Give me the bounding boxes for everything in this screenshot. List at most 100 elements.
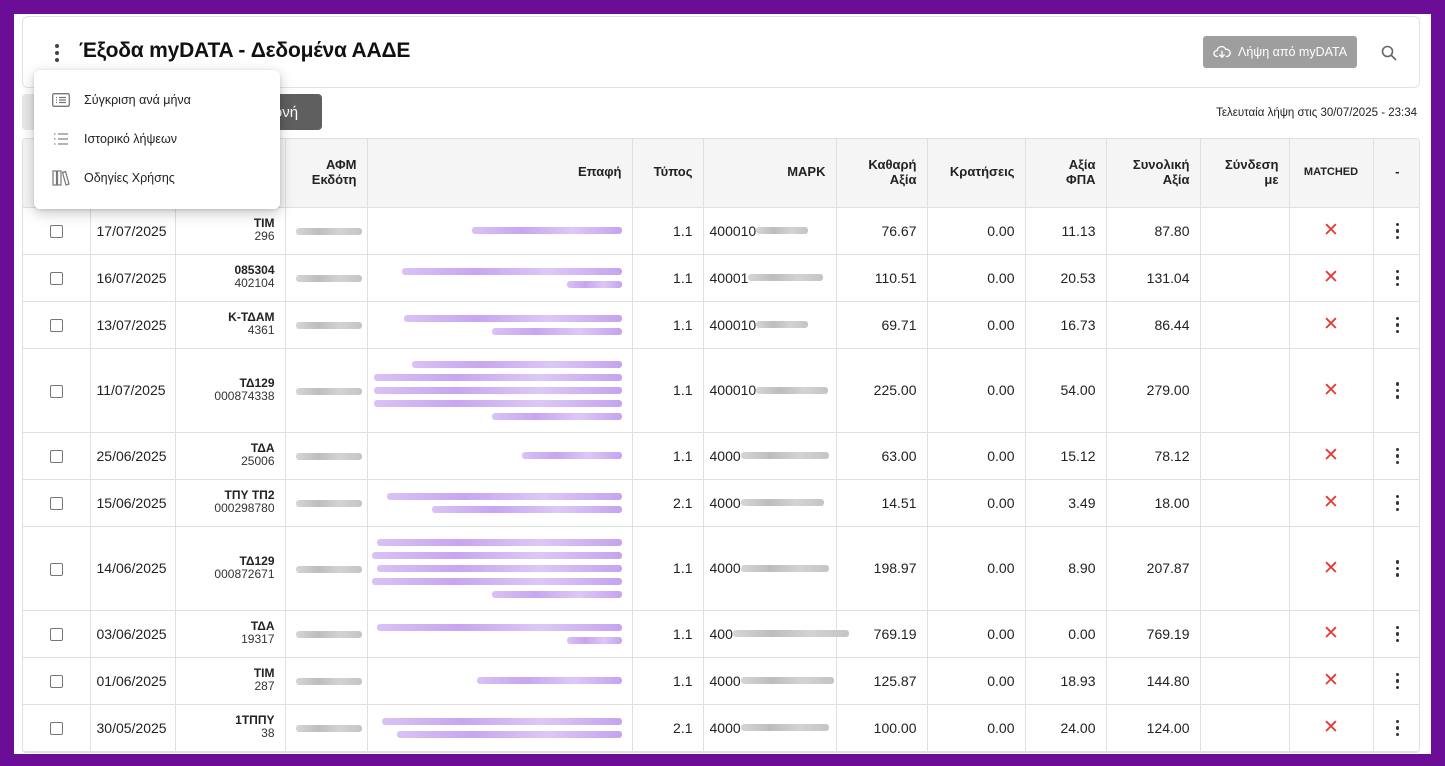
table-row[interactable]: 01/06/2025 ΤΙΜ 287 1.1 4000 125.87 0.00 1… bbox=[23, 657, 1419, 705]
row-matched: ✕ bbox=[1289, 479, 1374, 527]
col-withholdings[interactable]: Κρατήσεις bbox=[927, 139, 1026, 208]
close-icon: ✕ bbox=[1323, 445, 1339, 466]
row-link[interactable] bbox=[1200, 254, 1290, 302]
row-series-cell: 1ΤΠΠΥ 38 bbox=[175, 704, 286, 752]
table-row[interactable]: 17/07/2025 ΤΙΜ 296 1.1 400010 76.67 0.00 … bbox=[23, 207, 1419, 255]
menu-item-download-history[interactable]: Ιστορικό λήψεων bbox=[34, 119, 280, 158]
row-checkbox[interactable] bbox=[49, 319, 63, 333]
col-net[interactable]: Καθαρή Αξία bbox=[836, 139, 928, 208]
menu-item-user-guide[interactable]: Οδηγίες Χρήσης bbox=[34, 158, 280, 197]
redacted-afm bbox=[295, 228, 362, 236]
row-kebab-icon[interactable] bbox=[1395, 560, 1399, 577]
table-row[interactable]: 11/07/2025 ΤΔ129 000874338 1.1 400010 225… bbox=[23, 348, 1419, 433]
table-row[interactable]: 13/07/2025 Κ-ΤΔΑΜ 4361 1.1 400010 69.71 0… bbox=[23, 301, 1419, 349]
row-checkbox[interactable] bbox=[49, 384, 63, 398]
row-link[interactable] bbox=[1200, 610, 1290, 658]
row-type: 1.1 bbox=[632, 254, 704, 302]
row-checkbox[interactable] bbox=[49, 675, 63, 689]
mark-value: 400 bbox=[710, 626, 849, 642]
row-contact bbox=[367, 432, 633, 480]
row-number: 296 bbox=[254, 229, 275, 244]
row-withholdings: 0.00 bbox=[927, 432, 1026, 480]
row-kebab-icon[interactable] bbox=[1395, 222, 1399, 240]
expenses-table: ΑΦΜ Εκδότη Επαφή Τύπος ΜΑΡΚ Καθαρή Αξία Κρ… bbox=[22, 138, 1420, 753]
col-link-line1: Σύνδεση bbox=[1225, 156, 1279, 172]
table-row[interactable]: 14/06/2025 ΤΔ129 000872671 1.1 4000 198.9… bbox=[23, 526, 1419, 611]
row-link[interactable] bbox=[1200, 526, 1290, 611]
row-link[interactable] bbox=[1200, 657, 1290, 705]
row-kebab-icon[interactable] bbox=[1395, 382, 1399, 399]
row-checkbox[interactable] bbox=[49, 628, 63, 642]
row-link[interactable] bbox=[1200, 479, 1290, 527]
row-afm bbox=[285, 610, 368, 658]
mark-value: 400010 bbox=[710, 317, 809, 333]
table-row[interactable]: 15/06/2025 ΤΠΥ ΤΠ2 000298780 2.1 4000 14.… bbox=[23, 479, 1419, 527]
redacted-contact bbox=[376, 538, 622, 546]
row-series-cell: ΤΠΥ ΤΠ2 000298780 bbox=[175, 479, 286, 527]
row-kebab-icon[interactable] bbox=[1395, 672, 1399, 690]
col-type[interactable]: Τύπος bbox=[632, 139, 704, 208]
row-withholdings: 0.00 bbox=[927, 479, 1026, 527]
menu-item-monthly-comparison[interactable]: Σύγκριση ανά μήνα bbox=[34, 80, 280, 119]
redacted-contact bbox=[373, 373, 622, 381]
row-select-cell bbox=[23, 348, 91, 433]
row-link[interactable] bbox=[1200, 432, 1290, 480]
row-number: 287 bbox=[254, 679, 275, 694]
row-actions bbox=[1373, 301, 1419, 349]
download-mydata-button[interactable]: Λήψη από myDATA bbox=[1203, 36, 1358, 68]
row-checkbox[interactable] bbox=[49, 562, 63, 576]
row-mark: 400010 bbox=[703, 301, 837, 349]
table-row[interactable]: 03/06/2025 ΤΔΑ 19317 1.1 400 769.19 0.00 … bbox=[23, 610, 1419, 658]
row-afm bbox=[285, 479, 368, 527]
row-withholdings: 0.00 bbox=[927, 348, 1026, 433]
row-actions bbox=[1373, 704, 1419, 752]
row-kebab-icon[interactable] bbox=[1395, 316, 1399, 334]
row-series-cell: Κ-ΤΔΑΜ 4361 bbox=[175, 301, 286, 349]
row-link[interactable] bbox=[1200, 348, 1290, 433]
row-number: 000874338 bbox=[214, 388, 275, 403]
row-checkbox[interactable] bbox=[49, 272, 63, 286]
redacted-afm bbox=[295, 565, 362, 573]
col-vat-line2: ΦΠΑ bbox=[1066, 171, 1096, 187]
row-kebab-icon[interactable] bbox=[1395, 494, 1399, 512]
table-row[interactable]: 25/06/2025 ΤΔΑ 25006 1.1 4000 63.00 0.00 … bbox=[23, 432, 1419, 480]
mark-prefix: 4000 bbox=[709, 494, 741, 511]
row-afm bbox=[285, 254, 368, 302]
row-checkbox[interactable] bbox=[49, 225, 63, 239]
mark-value: 4000 bbox=[710, 720, 829, 736]
row-mark: 40001 bbox=[703, 254, 837, 302]
row-actions bbox=[1373, 207, 1419, 255]
row-contact bbox=[367, 254, 633, 302]
col-total[interactable]: Συνολική Αξία bbox=[1106, 139, 1201, 208]
row-date: 16/07/2025 bbox=[90, 254, 176, 302]
row-kebab-icon[interactable] bbox=[1395, 447, 1399, 465]
mark-prefix: 4000 bbox=[709, 447, 741, 464]
col-vat[interactable]: Αξία ΦΠΑ bbox=[1025, 139, 1107, 208]
row-checkbox[interactable] bbox=[49, 497, 63, 511]
row-kebab-icon[interactable] bbox=[1395, 269, 1399, 287]
row-link[interactable] bbox=[1200, 704, 1290, 752]
row-kebab-icon[interactable] bbox=[1395, 625, 1399, 643]
col-link-line2: με bbox=[1264, 171, 1279, 187]
table-row[interactable]: 30/05/2025 1ΤΠΠΥ 38 2.1 4000 100.00 0.00 … bbox=[23, 704, 1419, 752]
table-row[interactable]: 16/07/2025 085304 402104 1.1 40001 110.51… bbox=[23, 254, 1419, 302]
col-afm[interactable]: ΑΦΜ Εκδότη bbox=[285, 139, 368, 208]
col-matched[interactable]: MATCHED bbox=[1289, 139, 1374, 208]
row-mark: 4000 bbox=[703, 432, 837, 480]
page-title: Έξοδα myDATA - Δεδομένα ΑΑΔΕ bbox=[79, 39, 411, 62]
row-link[interactable] bbox=[1200, 207, 1290, 255]
row-afm bbox=[285, 704, 368, 752]
row-vat: 24.00 bbox=[1025, 704, 1107, 752]
row-checkbox[interactable] bbox=[49, 450, 63, 464]
kebab-icon[interactable] bbox=[51, 39, 63, 67]
row-actions bbox=[1373, 526, 1419, 611]
col-contact[interactable]: Επαφή bbox=[367, 139, 633, 208]
col-mark[interactable]: ΜΑΡΚ bbox=[703, 139, 837, 208]
search-icon[interactable] bbox=[1375, 39, 1403, 67]
row-net: 225.00 bbox=[836, 348, 928, 433]
row-link[interactable] bbox=[1200, 301, 1290, 349]
row-kebab-icon[interactable] bbox=[1395, 719, 1399, 737]
col-link[interactable]: Σύνδεση με bbox=[1200, 139, 1290, 208]
mark-prefix: 400010 bbox=[709, 316, 757, 333]
row-checkbox[interactable] bbox=[49, 722, 63, 736]
